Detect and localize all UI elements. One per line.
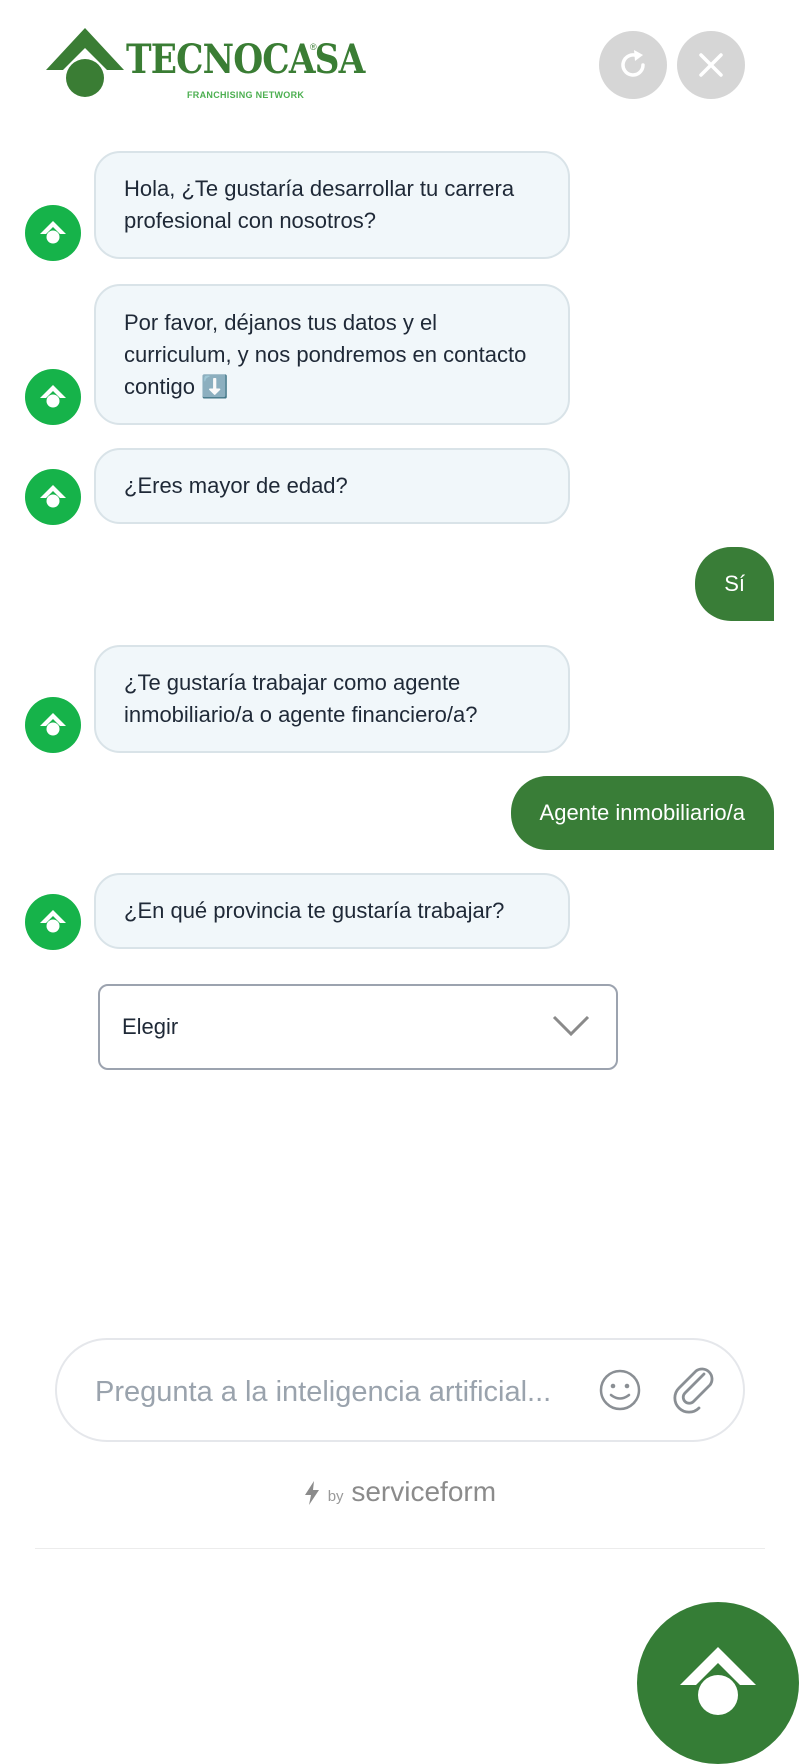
chevron-down-icon (552, 1015, 590, 1037)
bot-avatar (25, 894, 81, 950)
chat-header: TECNOCASA ® FRANCHISING NETWORK (0, 0, 800, 130)
bot-avatar (25, 369, 81, 425)
bot-message-text: Hola, ¿Te gustaría desarrollar tu carrer… (124, 176, 515, 233)
bot-message-bubble: ¿En qué provincia te gustaría trabajar? (94, 873, 570, 949)
divider (35, 1548, 765, 1549)
logo-registered-mark: ® (310, 42, 317, 52)
user-message-text: Agente inmobiliario/a (539, 800, 745, 825)
message-input[interactable]: Pregunta a la inteligencia artificial... (55, 1338, 745, 1442)
bot-message-bubble: Hola, ¿Te gustaría desarrollar tu carrer… (94, 151, 570, 259)
house-logo-icon (40, 910, 66, 933)
province-select[interactable]: Elegir (98, 984, 618, 1070)
by-label: by (327, 1488, 344, 1505)
house-logo-icon (40, 713, 66, 736)
bot-message-bubble: Por favor, déjanos tus datos y el curric… (94, 284, 570, 425)
close-icon (699, 53, 723, 77)
bot-avatar (25, 469, 81, 525)
serviceform-wordmark: serviceform (351, 1476, 497, 1507)
powered-by-serviceform[interactable]: by serviceform (0, 1476, 800, 1508)
user-message-bubble: Sí (695, 547, 774, 621)
bot-message-text: ¿Te gustaría trabajar como agente inmobi… (124, 670, 478, 727)
bot-message-text: ¿Eres mayor de edad? (124, 473, 348, 498)
tecnocasa-logo: TECNOCASA ® FRANCHISING NETWORK (44, 24, 365, 108)
chat-launcher-button[interactable] (637, 1602, 799, 1764)
bot-avatar (25, 697, 81, 753)
emoji-icon[interactable] (598, 1368, 642, 1412)
refresh-icon (621, 50, 645, 77)
bot-message-bubble: ¿Eres mayor de edad? (94, 448, 570, 524)
user-message-bubble: Agente inmobiliario/a (510, 776, 774, 850)
province-select-value: Elegir (122, 1014, 179, 1039)
paperclip-icon[interactable] (673, 1366, 719, 1414)
house-logo-icon (680, 1647, 756, 1715)
logo-tagline: FRANCHISING NETWORK (187, 90, 305, 100)
house-logo-icon (40, 485, 66, 508)
chat-widget: TECNOCASA ® FRANCHISING NETWORK Hola, ¿T… (0, 0, 800, 1548)
logo-wordmark: TECNOCASA (126, 36, 365, 83)
house-logo-icon (40, 385, 66, 408)
message-input-placeholder: Pregunta a la inteligencia artificial... (95, 1376, 552, 1408)
bot-message-bubble: ¿Te gustaría trabajar como agente inmobi… (94, 645, 570, 753)
house-logo-icon (46, 28, 124, 97)
bot-message-text: Por favor, déjanos tus datos y el curric… (124, 309, 527, 399)
user-message-text: Sí (724, 571, 745, 596)
house-logo-icon (40, 221, 66, 244)
close-chat-button[interactable] (677, 31, 745, 99)
lightning-icon (304, 1481, 319, 1505)
bot-message-text: ¿En qué provincia te gustaría trabajar? (124, 898, 505, 923)
bot-avatar (25, 205, 81, 261)
restart-chat-button[interactable] (599, 31, 667, 99)
